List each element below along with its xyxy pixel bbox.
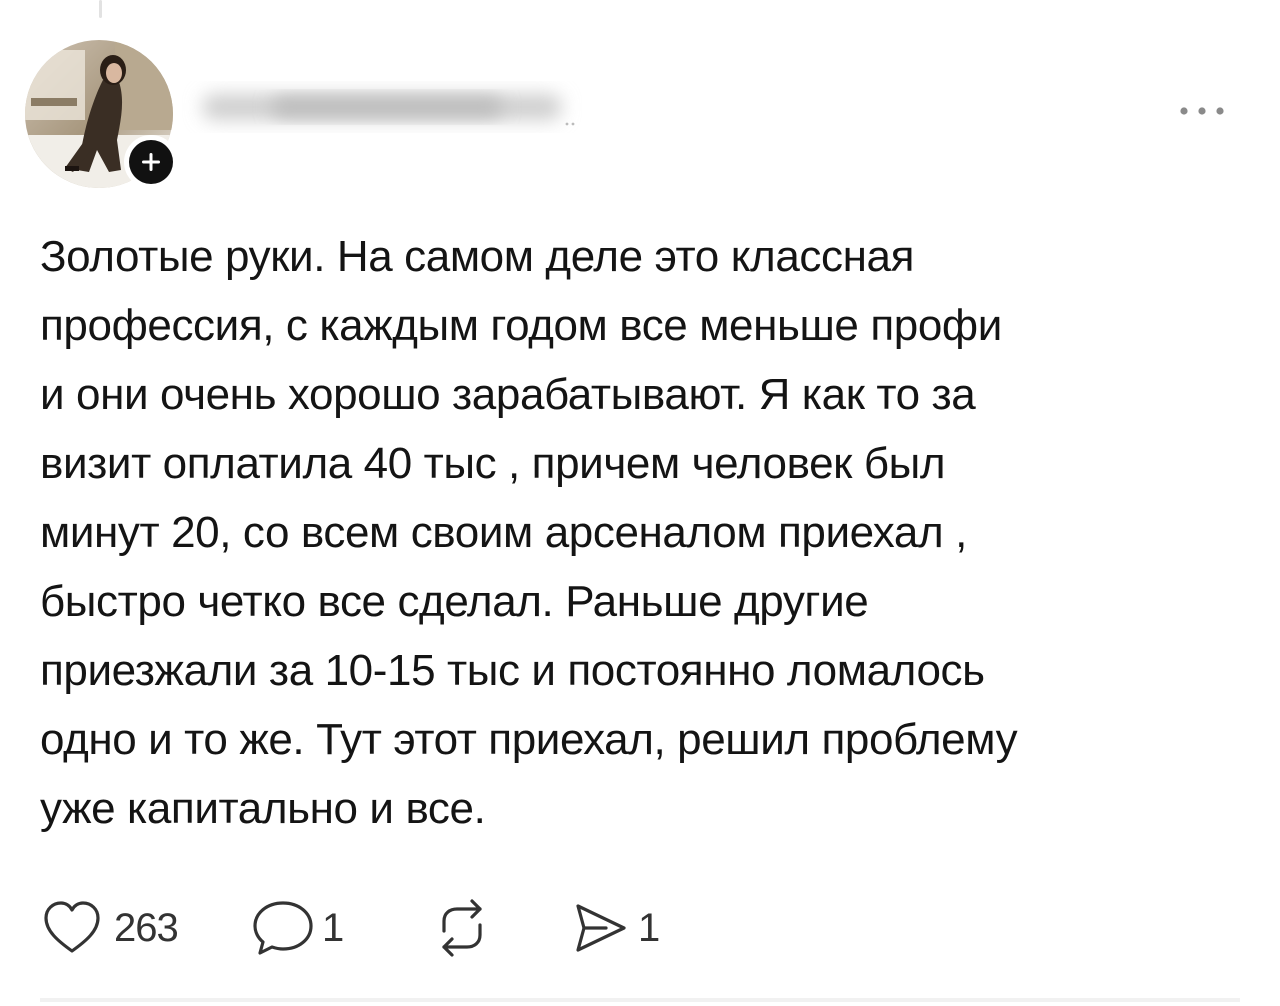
reply-button[interactable]: 1 xyxy=(250,893,430,963)
post-text-line: Золотые руки. На самом деле это классная xyxy=(40,232,914,281)
speech-bubble-icon xyxy=(253,901,313,955)
repost-icon xyxy=(442,899,482,957)
post-divider xyxy=(40,998,1240,1002)
thread-connector-line xyxy=(99,0,102,18)
repost-button[interactable] xyxy=(430,893,570,963)
share-button[interactable]: 1 xyxy=(570,893,660,963)
send-icon xyxy=(576,904,626,952)
post-text-line: быстро четко все сделал. Раньше другие xyxy=(40,577,869,626)
post-text-line: профессия, с каждым годом все меньше про… xyxy=(40,301,1002,350)
username-redaction xyxy=(202,94,575,126)
post-text: Золотые руки. На самом деле это классная… xyxy=(40,222,1240,843)
like-button[interactable]: 263 xyxy=(40,893,250,963)
post-text-line: приезжали за 10-15 тыс и постоянно ломал… xyxy=(40,646,985,695)
more-options-button[interactable] xyxy=(1166,92,1238,130)
post-actions-bar: 263 1 1 xyxy=(40,893,660,963)
post-text-line: минут 20, со всем своим арсеналом приеха… xyxy=(40,508,967,557)
post-text-line: одно и то же. Тут этот приехал, решил пр… xyxy=(40,715,1018,764)
post-text-line: уже капитально и все. xyxy=(40,784,486,833)
follow-button[interactable] xyxy=(124,135,178,189)
heart-icon xyxy=(44,901,100,953)
more-horizontal-icon xyxy=(1180,107,1224,115)
username-blurred[interactable] xyxy=(182,72,582,136)
post-text-line: и они очень хорошо зарабатывают. Я как т… xyxy=(40,370,976,419)
reply-count: 1 xyxy=(322,905,344,950)
post-text-line: визит оплатила 40 тыс , причем человек б… xyxy=(40,439,946,488)
plus-icon xyxy=(129,140,173,184)
like-count: 263 xyxy=(114,905,179,950)
share-count: 1 xyxy=(638,905,660,950)
